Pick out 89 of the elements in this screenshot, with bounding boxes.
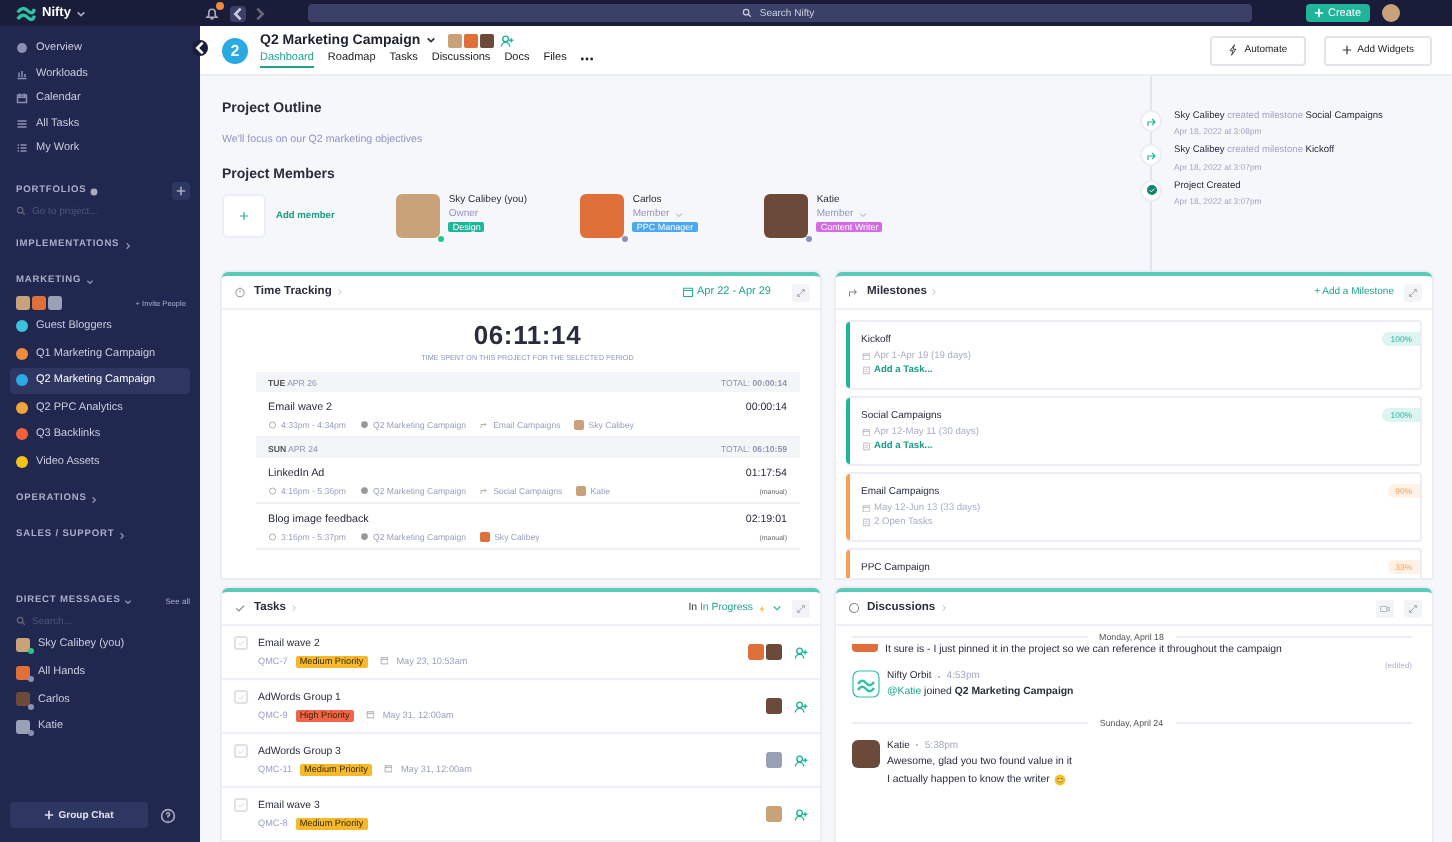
chevron-icon [85,277,94,285]
calendar-icon [383,764,393,774]
bot-logo-icon [851,670,879,699]
check-icon [236,638,246,648]
add-person-icon[interactable] [793,753,807,767]
search-icon [16,616,26,626]
check-icon [234,602,246,614]
calendar-icon [861,503,870,513]
calendar-icon [365,710,375,720]
add-person-icon[interactable] [793,807,807,821]
avatar [574,420,585,430]
stopwatch-icon [268,420,277,430]
add-person-icon[interactable] [793,645,807,659]
check-icon [236,692,246,702]
avatar [765,752,781,768]
add-person-icon[interactable] [500,33,515,47]
chevron-down-icon [673,211,684,217]
expand-button[interactable] [791,283,809,301]
task-checkbox[interactable] [234,636,248,650]
lightning-icon [757,603,765,613]
milestone-icon [847,286,859,298]
stopwatch-icon [268,486,277,496]
bell-icon[interactable] [204,5,220,21]
calendar-icon [379,656,389,666]
forward-button[interactable] [252,5,268,21]
task-list-icon [861,366,870,376]
task-list-icon [861,442,870,452]
milestone-icon [480,486,490,496]
expand-button[interactable] [1404,283,1422,301]
avatar [480,532,491,542]
avatar [765,698,781,714]
task-checkbox[interactable] [234,744,248,758]
plus-icon [1314,8,1324,18]
chevron-right-icon [252,5,268,21]
avatar [765,806,781,822]
total-time: 06:11:14 [471,320,584,350]
expand-icon [795,287,805,297]
chevron-left-icon [230,5,246,21]
project-icon [359,486,369,496]
expand-icon [795,603,805,613]
calendar-icon [681,286,693,298]
expand-icon [1408,287,1418,297]
stopwatch-icon [234,286,246,298]
avatar[interactable] [1381,4,1400,22]
back-button[interactable] [230,5,246,21]
help-icon[interactable] [160,807,176,823]
add-person-icon[interactable] [793,699,807,713]
check-icon [236,746,246,756]
chat-icon [847,602,859,614]
info-icon [90,187,99,195]
project-badge: 2 [222,37,248,63]
task-checkbox[interactable] [234,690,248,704]
plus-icon [44,810,55,820]
overview-icon [16,42,28,55]
logo-icon [16,3,36,23]
calendar-icon [16,92,28,105]
add-portfolio-button[interactable] [172,182,190,200]
more-icon[interactable] [580,56,595,62]
chevron-down-icon [771,604,781,612]
expand-button[interactable] [1404,599,1422,617]
checklist-icon [16,142,28,155]
project-icon [359,420,369,430]
avatar [851,739,879,768]
project-icon [359,532,369,542]
lightning-icon [1228,44,1239,56]
avatar [851,644,877,652]
plus-icon [1341,44,1352,56]
calendar-icon [861,351,870,361]
task-list-icon [861,518,870,528]
video-call-button[interactable] [1376,599,1394,617]
plus-icon [176,186,186,196]
expand-button[interactable] [791,599,809,617]
list-icon [16,117,28,130]
stopwatch-icon [268,532,277,542]
chart-icon [16,67,28,80]
search-icon [742,8,752,18]
chevron-down-icon [76,9,87,17]
avatar [576,486,587,496]
expand-icon [1408,603,1418,613]
plus-icon [238,210,250,222]
check-icon [236,800,246,810]
chevron-down-icon [857,211,868,217]
chevron-icon [124,597,133,605]
milestone-icon [480,420,490,430]
calendar-icon [861,427,870,437]
task-checkbox[interactable] [234,798,248,812]
video-camera-icon [1380,603,1390,613]
chevron-down-icon [426,36,437,44]
search-icon [16,206,26,216]
